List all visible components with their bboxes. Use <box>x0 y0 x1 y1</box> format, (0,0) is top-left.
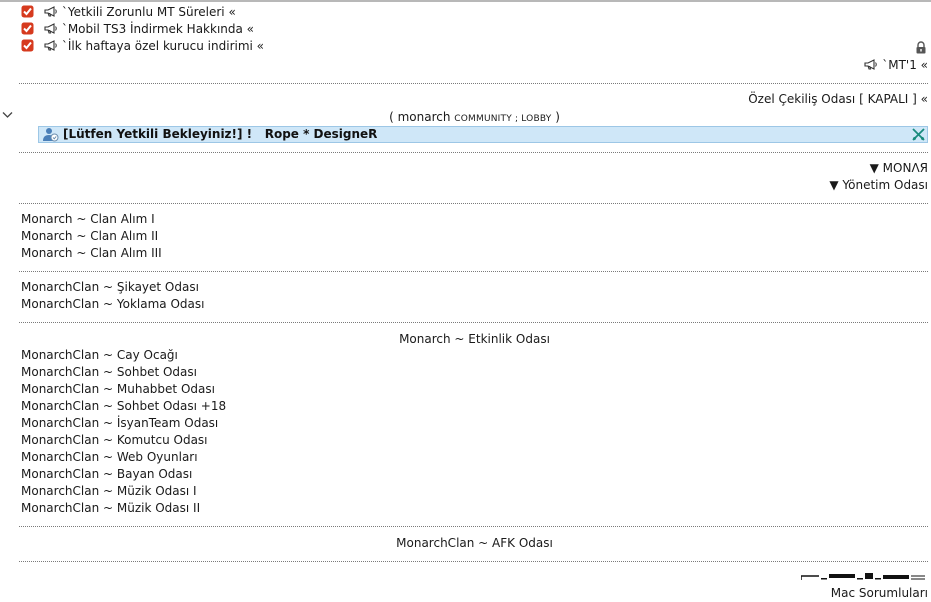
channel-announcement-2[interactable]: `Mobil TS3 İndirmek Hakkında « <box>21 21 254 38</box>
channel-name: MonarchClan ~ Sohbet Odası <box>21 365 197 379</box>
task-check-icon <box>21 5 34 18</box>
channel-name: ▼ Yönetim Odası <box>829 178 928 192</box>
channel-name: Özel Çekiliş Odası [ KAPALI ] « <box>748 92 928 106</box>
chevron-down-icon[interactable] <box>2 111 13 119</box>
separator <box>19 561 928 562</box>
channel-name: `İlk haftaya özel kurucu indirimi « <box>61 39 265 53</box>
channel-announcement-1[interactable]: `Yetkili Zorunlu MT Süreleri « <box>21 4 236 21</box>
channel-name: MonarchClan ~ Şikayet Odası <box>21 280 199 294</box>
separator <box>19 152 928 153</box>
separator <box>19 83 928 84</box>
channel-clan-alim-3[interactable]: Monarch ~ Clan Alım III <box>21 245 162 262</box>
channel-group-monark[interactable]: ▼ MONΛЯ <box>870 160 928 177</box>
channel-mac-sorumlulari[interactable]: Mac Sorumluları <box>831 585 928 602</box>
channel-name: MonarchClan ~ Cay Ocağı <box>21 348 178 362</box>
channel-room[interactable]: MonarchClan ~ İsyanTeam Odası <box>21 415 218 432</box>
channel-name: Monarch ~ Clan Alım II <box>21 229 159 243</box>
megaphone-icon <box>44 23 57 34</box>
megaphone-icon <box>864 59 877 70</box>
lobby-smallcaps: COMMUNITY ; LOBBY <box>454 114 552 124</box>
channel-name: MonarchClan ~ Muhabbet Odası <box>21 382 215 396</box>
separator <box>19 271 928 272</box>
channel-name: `Mobil TS3 İndirmek Hakkında « <box>61 22 255 36</box>
task-check-icon <box>21 22 34 35</box>
lock-icon <box>916 41 926 54</box>
channel-name: MonarchClan ~ Web Oyunları <box>21 450 198 464</box>
megaphone-icon <box>44 6 57 17</box>
swords-icon <box>912 128 925 141</box>
channel-sikayet[interactable]: MonarchClan ~ Şikayet Odası <box>21 279 199 296</box>
channel-etkinlik[interactable]: Monarch ~ Etkinlik Odası <box>19 331 930 348</box>
client-nickname: Rope * DesigneR <box>264 127 378 141</box>
task-check-icon <box>21 39 34 52</box>
channel-name: MonarchClan ~ Bayan Odası <box>21 467 193 481</box>
client-name: [Lütfen Yetkili Bekleyiniz!] ! Rope * De… <box>63 127 377 142</box>
channel-afk[interactable]: MonarchClan ~ AFK Odası <box>19 535 930 552</box>
separator <box>19 203 928 204</box>
channel-room[interactable]: MonarchClan ~ Bayan Odası <box>21 466 192 483</box>
channel-name: MonarchClan ~ Sohbet Odası +18 <box>21 399 227 413</box>
channel-name: Monarch ~ Etkinlik Odası <box>399 332 550 346</box>
channel-name: MonarchClan ~ AFK Odası <box>396 536 553 550</box>
channel-name: ▼ MONΛЯ <box>869 161 928 175</box>
channel-room[interactable]: MonarchClan ~ Cay Ocağı <box>21 347 178 364</box>
lobby-prefix: ( monarch <box>389 110 455 124</box>
channel-clan-alim-1[interactable]: Monarch ~ Clan Alım I <box>21 211 155 228</box>
channel-yoklama[interactable]: MonarchClan ~ Yoklama Odası <box>21 296 204 313</box>
channel-ozel-cekilis[interactable]: Özel Çekiliş Odası [ KAPALI ] « <box>748 91 928 108</box>
separator <box>19 526 928 527</box>
channel-name: MonarchClan ~ Yoklama Odası <box>21 297 205 311</box>
channel-name: `Yetkili Zorunlu MT Süreleri « <box>61 5 236 19</box>
channel-room[interactable]: MonarchClan ~ Müzik Odası I <box>21 483 197 500</box>
channel-name: `MT'1 « <box>882 58 928 72</box>
channel-name: Monarch ~ Clan Alım III <box>21 246 162 260</box>
channel-name: MonarchClan ~ Müzik Odası I <box>21 484 197 498</box>
channel-room[interactable]: MonarchClan ~ Web Oyunları <box>21 449 198 466</box>
separator <box>19 322 928 323</box>
channel-yonetim[interactable]: ▼ Yönetim Odası <box>829 177 928 194</box>
megaphone-icon <box>44 40 57 51</box>
client-tag: [Lütfen Yetkili Bekleyiniz!] ! <box>63 127 253 141</box>
channel-name: MonarchClan ~ Komutcu Odası <box>21 433 208 447</box>
channel-announcement-3[interactable]: `İlk haftaya özel kurucu indirimi « <box>21 38 264 55</box>
channel-clan-alim-2[interactable]: Monarch ~ Clan Alım II <box>21 228 158 245</box>
channel-name: MonarchClan ~ İsyanTeam Odası <box>21 416 219 430</box>
decorative-channel-name <box>801 573 925 580</box>
channel-room[interactable]: MonarchClan ~ Muhabbet Odası <box>21 381 215 398</box>
channel-room[interactable]: MonarchClan ~ Komutcu Odası <box>21 432 208 449</box>
channel-room[interactable]: MonarchClan ~ Müzik Odası II <box>21 500 200 517</box>
channel-lobby[interactable]: ( monarch COMMUNITY ; LOBBY ) <box>19 109 930 126</box>
channel-name: MonarchClan ~ Müzik Odası II <box>21 501 201 515</box>
top-border <box>0 0 931 2</box>
user-group-icon <box>43 128 59 142</box>
channel-mt1[interactable]: `MT'1 « <box>864 57 928 74</box>
channel-room[interactable]: MonarchClan ~ Sohbet Odası +18 <box>21 398 226 415</box>
client-row-highlighted[interactable]: [Lütfen Yetkili Bekleyiniz!] ! Rope * De… <box>38 126 928 143</box>
channel-name: Monarch ~ Clan Alım I <box>21 212 155 226</box>
lobby-suffix: ) <box>551 110 560 124</box>
channel-room[interactable]: MonarchClan ~ Sohbet Odası <box>21 364 197 381</box>
